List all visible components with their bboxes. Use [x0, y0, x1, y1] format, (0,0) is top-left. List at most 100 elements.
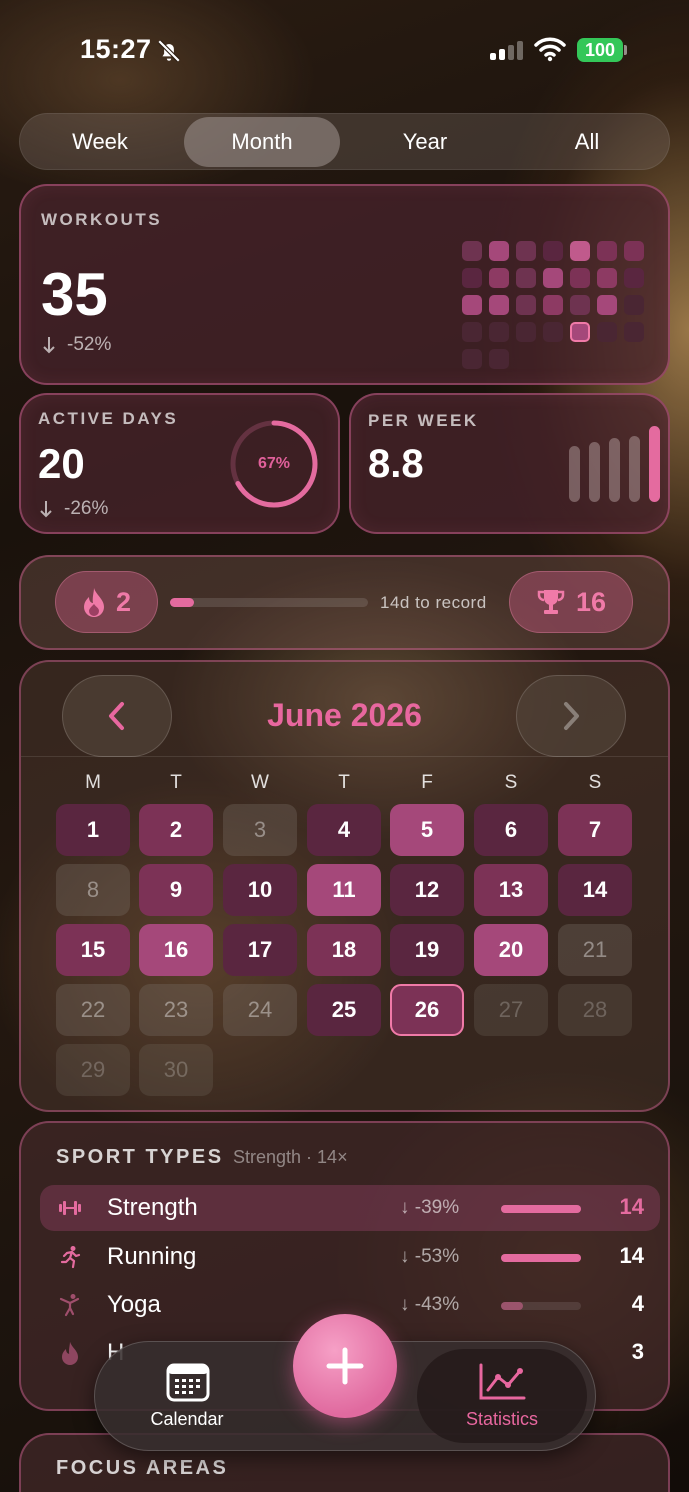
status-time: 15:27	[80, 34, 152, 64]
sport-delta: ↓ -43%	[400, 1294, 460, 1315]
calendar-day[interactable]: 19	[390, 924, 464, 976]
tab-statistics-label: Statistics	[465, 1409, 539, 1429]
tab-month[interactable]: Month	[184, 117, 340, 167]
sport-row-strength[interactable]: Strength ↓ -39% 14	[40, 1185, 660, 1231]
calendar-day[interactable]: 18	[307, 924, 381, 976]
calendar-day-today[interactable]: 26	[390, 984, 464, 1036]
calendar-day[interactable]: 12	[390, 864, 464, 916]
calendar-day[interactable]: 9	[139, 864, 213, 916]
calendar-day[interactable]: 15	[56, 924, 130, 976]
calendar-day[interactable]: 8	[56, 864, 130, 916]
focus-areas-label: FOCUS AREAS	[56, 1457, 229, 1479]
calendar-day[interactable]: 28	[558, 984, 632, 1036]
sport-bar	[501, 1205, 581, 1213]
trophy-icon	[537, 590, 565, 614]
record-streak-pill[interactable]: 16	[509, 571, 633, 633]
calendar-day[interactable]: 1	[56, 804, 130, 856]
record-text: 14d to record	[380, 593, 487, 612]
battery-indicator: 100	[577, 38, 623, 62]
per-week-bars	[569, 424, 660, 502]
battery-tip	[624, 45, 627, 55]
calendar-day[interactable]: 2	[139, 804, 213, 856]
weekday-label: F	[421, 772, 433, 793]
arrow-down-icon	[40, 501, 52, 518]
calendar-day[interactable]: 16	[139, 924, 213, 976]
sport-bar	[501, 1302, 581, 1310]
weekday-label: S	[588, 772, 602, 793]
calendar-divider	[21, 756, 668, 757]
sport-name: Yoga	[107, 1291, 161, 1318]
wifi-icon	[534, 37, 566, 62]
weekday-label: M	[85, 772, 101, 793]
weekday-label: W	[251, 772, 269, 793]
chevron-right-icon	[564, 702, 579, 730]
chart-icon	[479, 1363, 526, 1400]
calendar-day[interactable]: 7	[558, 804, 632, 856]
calendar-day[interactable]: 22	[56, 984, 130, 1036]
sport-count: 14	[619, 1194, 644, 1219]
sport-types-label: SPORT TYPES	[56, 1146, 224, 1168]
sport-name: Running	[107, 1243, 197, 1270]
cellular-signal-icon	[490, 40, 523, 60]
active-days-delta: -26%	[64, 498, 109, 519]
weekday-label: T	[338, 772, 350, 793]
calendar-day[interactable]: 11	[307, 864, 381, 916]
active-days-value: 20	[38, 440, 85, 487]
tab-week[interactable]: Week	[26, 117, 174, 167]
flame-icon	[62, 1341, 78, 1365]
calendar-day[interactable]: 17	[223, 924, 297, 976]
sport-count: 14	[619, 1243, 644, 1268]
workouts-label: WORKOUTS	[41, 210, 163, 229]
next-month-button[interactable]	[516, 675, 626, 757]
workouts-delta: -52%	[67, 334, 112, 355]
active-days-percent: 67%	[257, 455, 291, 472]
calendar-day[interactable]: 24	[223, 984, 297, 1036]
plus-icon	[326, 1347, 364, 1385]
per-week-value: 8.8	[368, 442, 424, 486]
tab-calendar-label: Calendar	[150, 1409, 224, 1429]
workouts-value: 35	[41, 261, 108, 328]
dumbbell-icon	[59, 1201, 81, 1215]
weekday-label: T	[170, 772, 182, 793]
sport-row-running[interactable]: Running ↓ -53% 14	[40, 1234, 660, 1280]
period-selector: Week Month Year All	[19, 113, 670, 170]
running-icon	[60, 1246, 81, 1269]
calendar-day[interactable]: 5	[390, 804, 464, 856]
calendar-day[interactable]: 3	[223, 804, 297, 856]
calendar-day[interactable]: 10	[223, 864, 297, 916]
sport-count: 3	[631, 1339, 644, 1364]
calendar-day[interactable]: 21	[558, 924, 632, 976]
calendar-day[interactable]: 25	[307, 984, 381, 1036]
sport-name: Strength	[107, 1194, 198, 1221]
tab-year[interactable]: Year	[350, 117, 500, 167]
sport-count: 4	[631, 1291, 644, 1316]
yoga-icon	[59, 1294, 80, 1317]
calendar-day[interactable]: 4	[307, 804, 381, 856]
calendar-day[interactable]: 30	[139, 1044, 213, 1096]
add-workout-button[interactable]	[293, 1314, 397, 1418]
arrow-down-icon	[43, 337, 55, 354]
active-days-label: ACTIVE DAYS	[38, 409, 179, 428]
flame-icon	[83, 588, 104, 617]
tab-all[interactable]: All	[512, 117, 662, 167]
calendar-day[interactable]: 14	[558, 864, 632, 916]
calendar-day[interactable]: 13	[474, 864, 548, 916]
sport-delta: ↓ -39%	[400, 1197, 460, 1218]
per-week-label: PER WEEK	[368, 411, 479, 430]
calendar-day[interactable]: 27	[474, 984, 548, 1036]
workouts-heatmap	[462, 241, 644, 369]
calendar-day[interactable]: 23	[139, 984, 213, 1036]
calendar-day[interactable]: 20	[474, 924, 548, 976]
tab-statistics[interactable]: Statistics	[417, 1349, 587, 1443]
weekday-label: S	[504, 772, 518, 793]
tab-calendar[interactable]: Calendar	[102, 1349, 272, 1443]
current-streak-pill[interactable]: 2	[55, 571, 158, 633]
record-progress	[170, 598, 368, 607]
calendar-day[interactable]: 29	[56, 1044, 130, 1096]
calendar-icon	[166, 1363, 210, 1402]
calendar-day[interactable]: 6	[474, 804, 548, 856]
record-streak-value: 16	[575, 586, 607, 617]
sport-bar	[501, 1254, 581, 1262]
sport-types-subtitle: Strength · 14×	[233, 1147, 348, 1167]
bell-muted-icon	[157, 39, 181, 63]
